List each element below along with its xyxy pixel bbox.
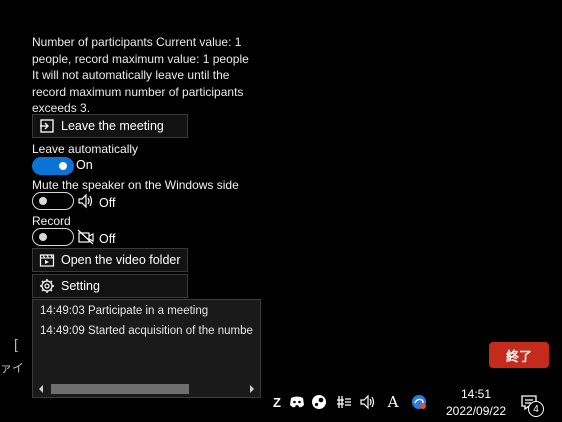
volume-icon[interactable] xyxy=(359,394,377,410)
end-button[interactable]: 終了 xyxy=(489,342,549,368)
log-list[interactable]: 14:49:03 Participate in a meeting 14:49:… xyxy=(32,299,261,398)
record-toggle[interactable] xyxy=(32,228,74,246)
notification-badge: 4 xyxy=(528,401,544,417)
clock-date[interactable]: 2022/09/22 xyxy=(446,404,506,418)
video-off-icon xyxy=(77,229,95,248)
speaker-icon xyxy=(77,193,95,212)
setting-button[interactable]: Setting xyxy=(32,274,188,298)
mute-speaker-state: Off xyxy=(77,193,115,212)
horizontal-scrollbar[interactable] xyxy=(34,380,259,396)
background-text-fragment: ァイ xyxy=(0,361,25,375)
background-bracket-fragment: [ xyxy=(14,336,18,352)
auto-leave-toggle[interactable] xyxy=(32,157,74,175)
gear-icon xyxy=(33,278,61,294)
open-video-folder-label: Open the video folder xyxy=(61,253,181,267)
edge-icon[interactable] xyxy=(410,394,428,410)
auto-leave-state: On xyxy=(76,158,93,172)
clock-time[interactable]: 14:51 xyxy=(446,387,506,401)
record-label: Record xyxy=(32,214,71,228)
mute-speaker-toggle[interactable] xyxy=(32,192,74,210)
scrollbar-thumb[interactable] xyxy=(51,384,189,394)
exit-icon xyxy=(33,118,61,134)
record-state: Off xyxy=(77,229,115,248)
log-line: 14:49:03 Participate in a meeting xyxy=(40,305,209,317)
scroll-right-icon[interactable] xyxy=(248,382,256,397)
participants-description: Number of participants Current value: 1 … xyxy=(32,35,249,115)
ime-indicator[interactable]: A xyxy=(384,393,402,411)
partial-app-icon[interactable]: Z xyxy=(268,394,286,410)
leave-meeting-label: Leave the meeting xyxy=(61,119,164,133)
steam-icon[interactable] xyxy=(310,394,328,410)
mute-speaker-label: Mute the speaker on the Windows side xyxy=(32,178,239,192)
video-folder-icon xyxy=(33,252,61,268)
log-line: 14:49:09 Started acquisition of the numb… xyxy=(40,325,253,337)
open-video-folder-button[interactable]: Open the video folder xyxy=(32,248,188,272)
network-icon[interactable] xyxy=(335,394,353,410)
scroll-left-icon[interactable] xyxy=(37,382,45,397)
setting-label: Setting xyxy=(61,279,100,293)
leave-meeting-button[interactable]: Leave the meeting xyxy=(32,114,188,138)
auto-leave-label: Leave automatically xyxy=(32,142,139,156)
discord-icon[interactable] xyxy=(288,394,306,410)
